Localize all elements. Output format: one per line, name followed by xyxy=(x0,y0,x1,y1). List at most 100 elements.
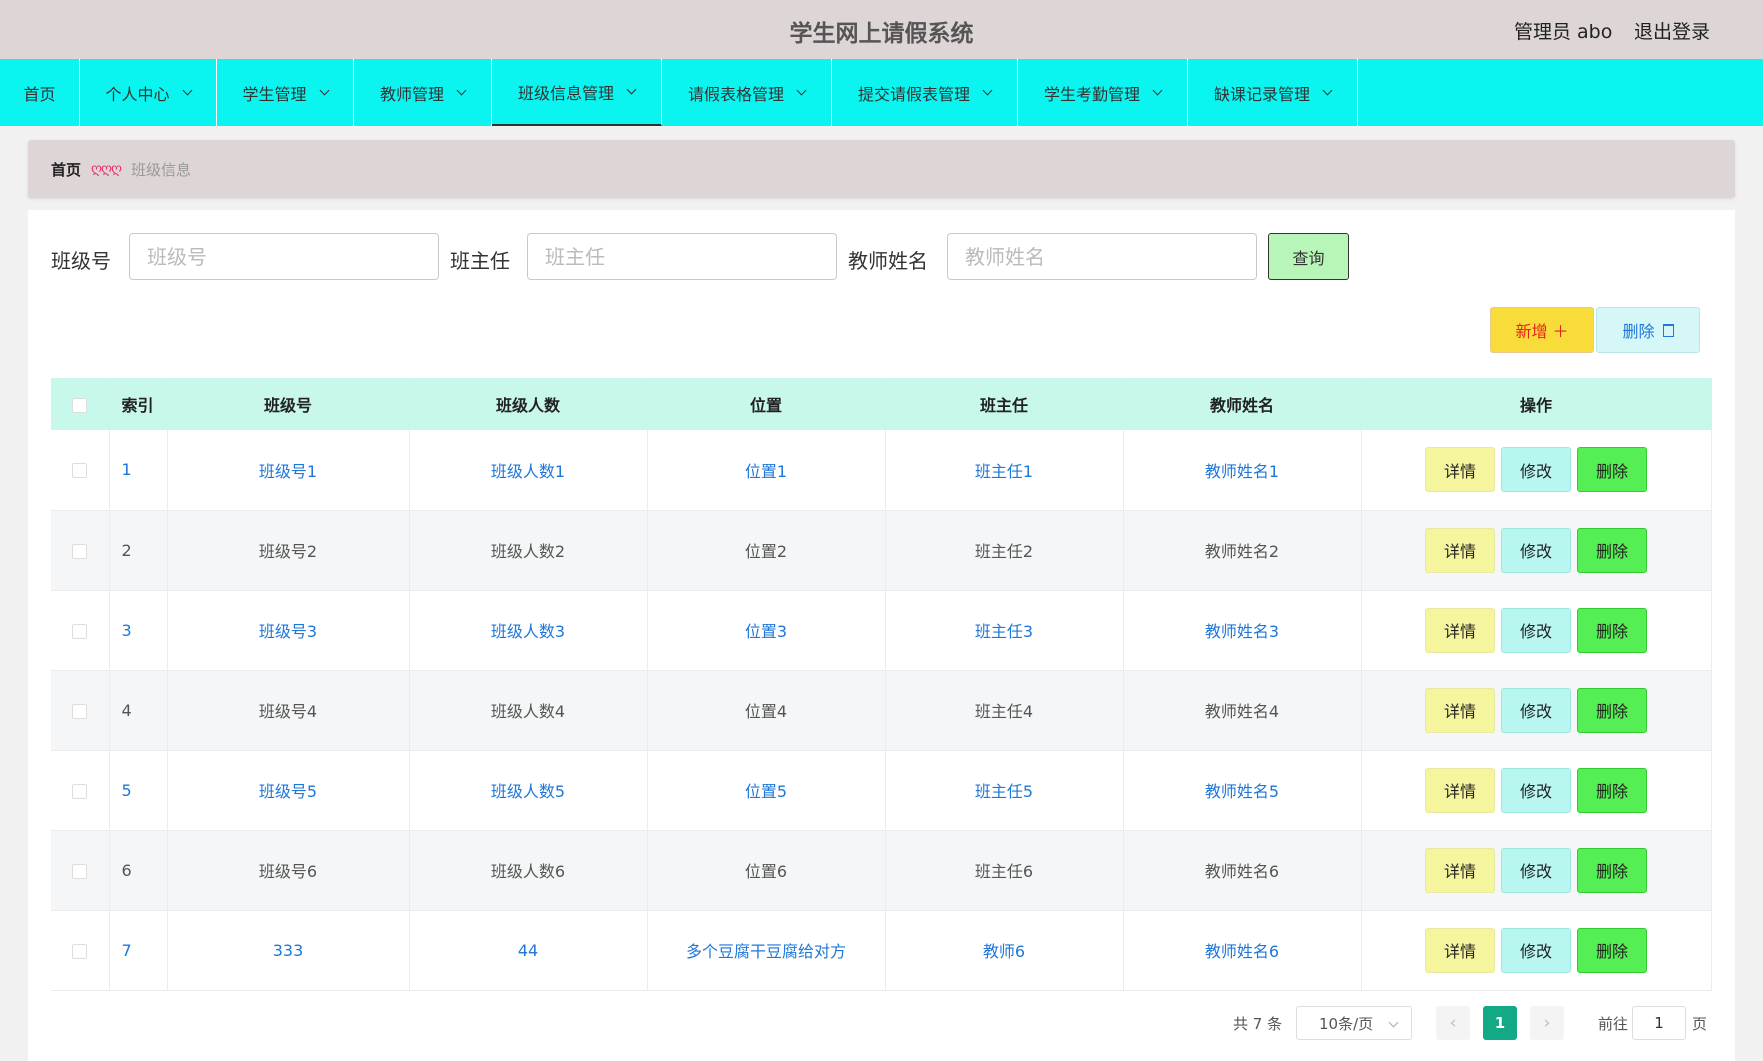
nav-item-label: 学生考勤管理 xyxy=(1043,84,1140,104)
edit-button[interactable]: 修改 xyxy=(1501,927,1571,973)
column-header-head-teacher: 班主任 xyxy=(885,378,1124,430)
row-select-cell xyxy=(51,910,110,991)
nav-item-submitted-leave-management[interactable]: 提交请假表管理 xyxy=(832,59,1018,126)
cell-index: 1 xyxy=(109,430,168,511)
teacher-name-input[interactable] xyxy=(947,233,1257,280)
class-info-table: 索引 班级号 班级人数 位置 班主任 教师姓名 操作 1 班级号1 班级人数1 位置1… xyxy=(51,378,1712,991)
delete-button[interactable]: 删除 xyxy=(1577,927,1647,973)
column-header-actions: 操作 xyxy=(1361,378,1712,430)
chevron-down-icon xyxy=(456,85,467,96)
nav-item-label: 班级信息管理 xyxy=(517,83,614,103)
table-row: 1 班级号1 班级人数1 位置1 班主任1 教师姓名1 详情 修改 删除 xyxy=(51,430,1712,511)
page-number-active[interactable]: 1 xyxy=(1483,1006,1517,1040)
cell-actions: 详情 修改 删除 xyxy=(1361,750,1712,831)
nav-item-teacher-management[interactable]: 教师管理 xyxy=(354,59,492,126)
cell-count: 班级人数4 xyxy=(409,670,648,751)
breadcrumb-current: 班级信息 xyxy=(131,160,192,179)
row-checkbox[interactable] xyxy=(72,463,88,479)
edit-button[interactable]: 修改 xyxy=(1501,527,1571,573)
cell-location: 位置3 xyxy=(647,590,886,671)
row-checkbox[interactable] xyxy=(72,703,88,719)
cell-count: 班级人数2 xyxy=(409,510,648,591)
chevron-down-icon xyxy=(1322,85,1333,96)
edit-button[interactable]: 修改 xyxy=(1501,847,1571,893)
detail-button[interactable]: 详情 xyxy=(1425,687,1495,733)
row-checkbox[interactable] xyxy=(72,543,88,559)
nav-item-label: 缺课记录管理 xyxy=(1213,84,1310,104)
row-checkbox[interactable] xyxy=(72,623,88,639)
detail-button[interactable]: 详情 xyxy=(1425,527,1495,573)
cell-head-teacher: 班主任3 xyxy=(885,590,1124,671)
delete-button[interactable]: 删除 xyxy=(1577,687,1647,733)
column-header-teacher-name: 教师姓名 xyxy=(1123,378,1362,430)
cell-index: 3 xyxy=(109,590,168,671)
cell-location: 位置5 xyxy=(647,750,886,831)
class-no-label: 班级号 xyxy=(51,249,111,273)
edit-button[interactable]: 修改 xyxy=(1501,767,1571,813)
detail-button[interactable]: 详情 xyxy=(1425,607,1495,653)
cell-count: 班级人数5 xyxy=(409,750,648,831)
cell-class-no: 班级号3 xyxy=(167,590,410,671)
content-panel: 班级号 班主任 教师姓名 查询 新增 ＋ 删除 索引 班级号 班级人数 位置 班… xyxy=(28,210,1735,1061)
chevron-down-icon xyxy=(796,85,807,96)
nav-item-student-management[interactable]: 学生管理 xyxy=(217,59,354,126)
cell-teacher-name: 教师姓名5 xyxy=(1123,750,1362,831)
page-size-select[interactable]: 10条/页 xyxy=(1296,1006,1412,1040)
cell-class-no: 班级号1 xyxy=(167,430,410,511)
table-row: 7 333 44 多个豆腐干豆腐给对方 教师6 教师姓名6 详情 修改 删除 xyxy=(51,910,1712,991)
detail-button[interactable]: 详情 xyxy=(1425,767,1495,813)
edit-button[interactable]: 修改 xyxy=(1501,687,1571,733)
next-page-button[interactable]: › xyxy=(1530,1006,1564,1040)
query-button[interactable]: 查询 xyxy=(1268,233,1349,280)
delete-button[interactable]: 删除 xyxy=(1577,607,1647,653)
detail-button[interactable]: 详情 xyxy=(1425,927,1495,973)
nav-item-personal-center[interactable]: 个人中心 xyxy=(80,59,217,126)
row-select-cell xyxy=(51,830,110,911)
prev-page-button[interactable]: ‹ xyxy=(1436,1006,1470,1040)
cell-actions: 详情 修改 删除 xyxy=(1361,910,1712,991)
add-button[interactable]: 新增 ＋ xyxy=(1490,307,1594,353)
batch-delete-button[interactable]: 删除 xyxy=(1596,307,1700,353)
nav-item-home[interactable]: 首页 xyxy=(0,59,80,126)
detail-button[interactable]: 详情 xyxy=(1425,447,1495,493)
delete-button[interactable]: 删除 xyxy=(1577,767,1647,813)
cell-actions: 详情 修改 删除 xyxy=(1361,590,1712,671)
row-checkbox[interactable] xyxy=(72,863,88,879)
nav-item-leave-form-management[interactable]: 请假表格管理 xyxy=(662,59,832,126)
detail-button[interactable]: 详情 xyxy=(1425,847,1495,893)
edit-button[interactable]: 修改 xyxy=(1501,447,1571,493)
delete-button[interactable]: 删除 xyxy=(1577,527,1647,573)
delete-button[interactable]: 删除 xyxy=(1577,447,1647,493)
delete-button[interactable]: 删除 xyxy=(1577,847,1647,893)
trash-icon xyxy=(1662,323,1674,337)
breadcrumb-separator: ღღღ xyxy=(91,161,122,177)
breadcrumb-home[interactable]: 首页 xyxy=(51,159,81,180)
nav-item-label: 请假表格管理 xyxy=(687,84,784,104)
table-row: 5 班级号5 班级人数5 位置5 班主任5 教师姓名5 详情 修改 删除 xyxy=(51,750,1712,831)
goto-page-input[interactable] xyxy=(1632,1006,1686,1040)
select-all-checkbox[interactable] xyxy=(72,397,88,413)
cell-actions: 详情 修改 删除 xyxy=(1361,830,1712,911)
cell-head-teacher: 班主任5 xyxy=(885,750,1124,831)
goto-label: 前往 xyxy=(1598,1014,1629,1033)
teacher-name-label: 教师姓名 xyxy=(848,249,928,273)
cell-class-no: 班级号4 xyxy=(167,670,410,751)
column-header-class-no: 班级号 xyxy=(167,378,410,430)
nav-item-attendance-management[interactable]: 学生考勤管理 xyxy=(1018,59,1188,126)
nav-item-absence-record-management[interactable]: 缺课记录管理 xyxy=(1188,59,1358,126)
table-header-row: 索引 班级号 班级人数 位置 班主任 教师姓名 操作 xyxy=(51,378,1712,430)
logout-link[interactable]: 退出登录 xyxy=(1634,17,1710,44)
table-row: 3 班级号3 班级人数3 位置3 班主任3 教师姓名3 详情 修改 删除 xyxy=(51,590,1712,671)
nav-item-label: 教师管理 xyxy=(379,84,444,104)
class-no-input[interactable] xyxy=(129,233,439,280)
row-checkbox[interactable] xyxy=(72,943,88,959)
row-checkbox[interactable] xyxy=(72,783,88,799)
row-select-cell xyxy=(51,590,110,671)
head-teacher-input[interactable] xyxy=(527,233,837,280)
cell-teacher-name: 教师姓名4 xyxy=(1123,670,1362,751)
chevron-down-icon xyxy=(626,84,637,95)
cell-head-teacher: 班主任2 xyxy=(885,510,1124,591)
cell-teacher-name: 教师姓名6 xyxy=(1123,910,1362,991)
nav-item-class-info-management[interactable]: 班级信息管理 xyxy=(492,59,662,126)
edit-button[interactable]: 修改 xyxy=(1501,607,1571,653)
